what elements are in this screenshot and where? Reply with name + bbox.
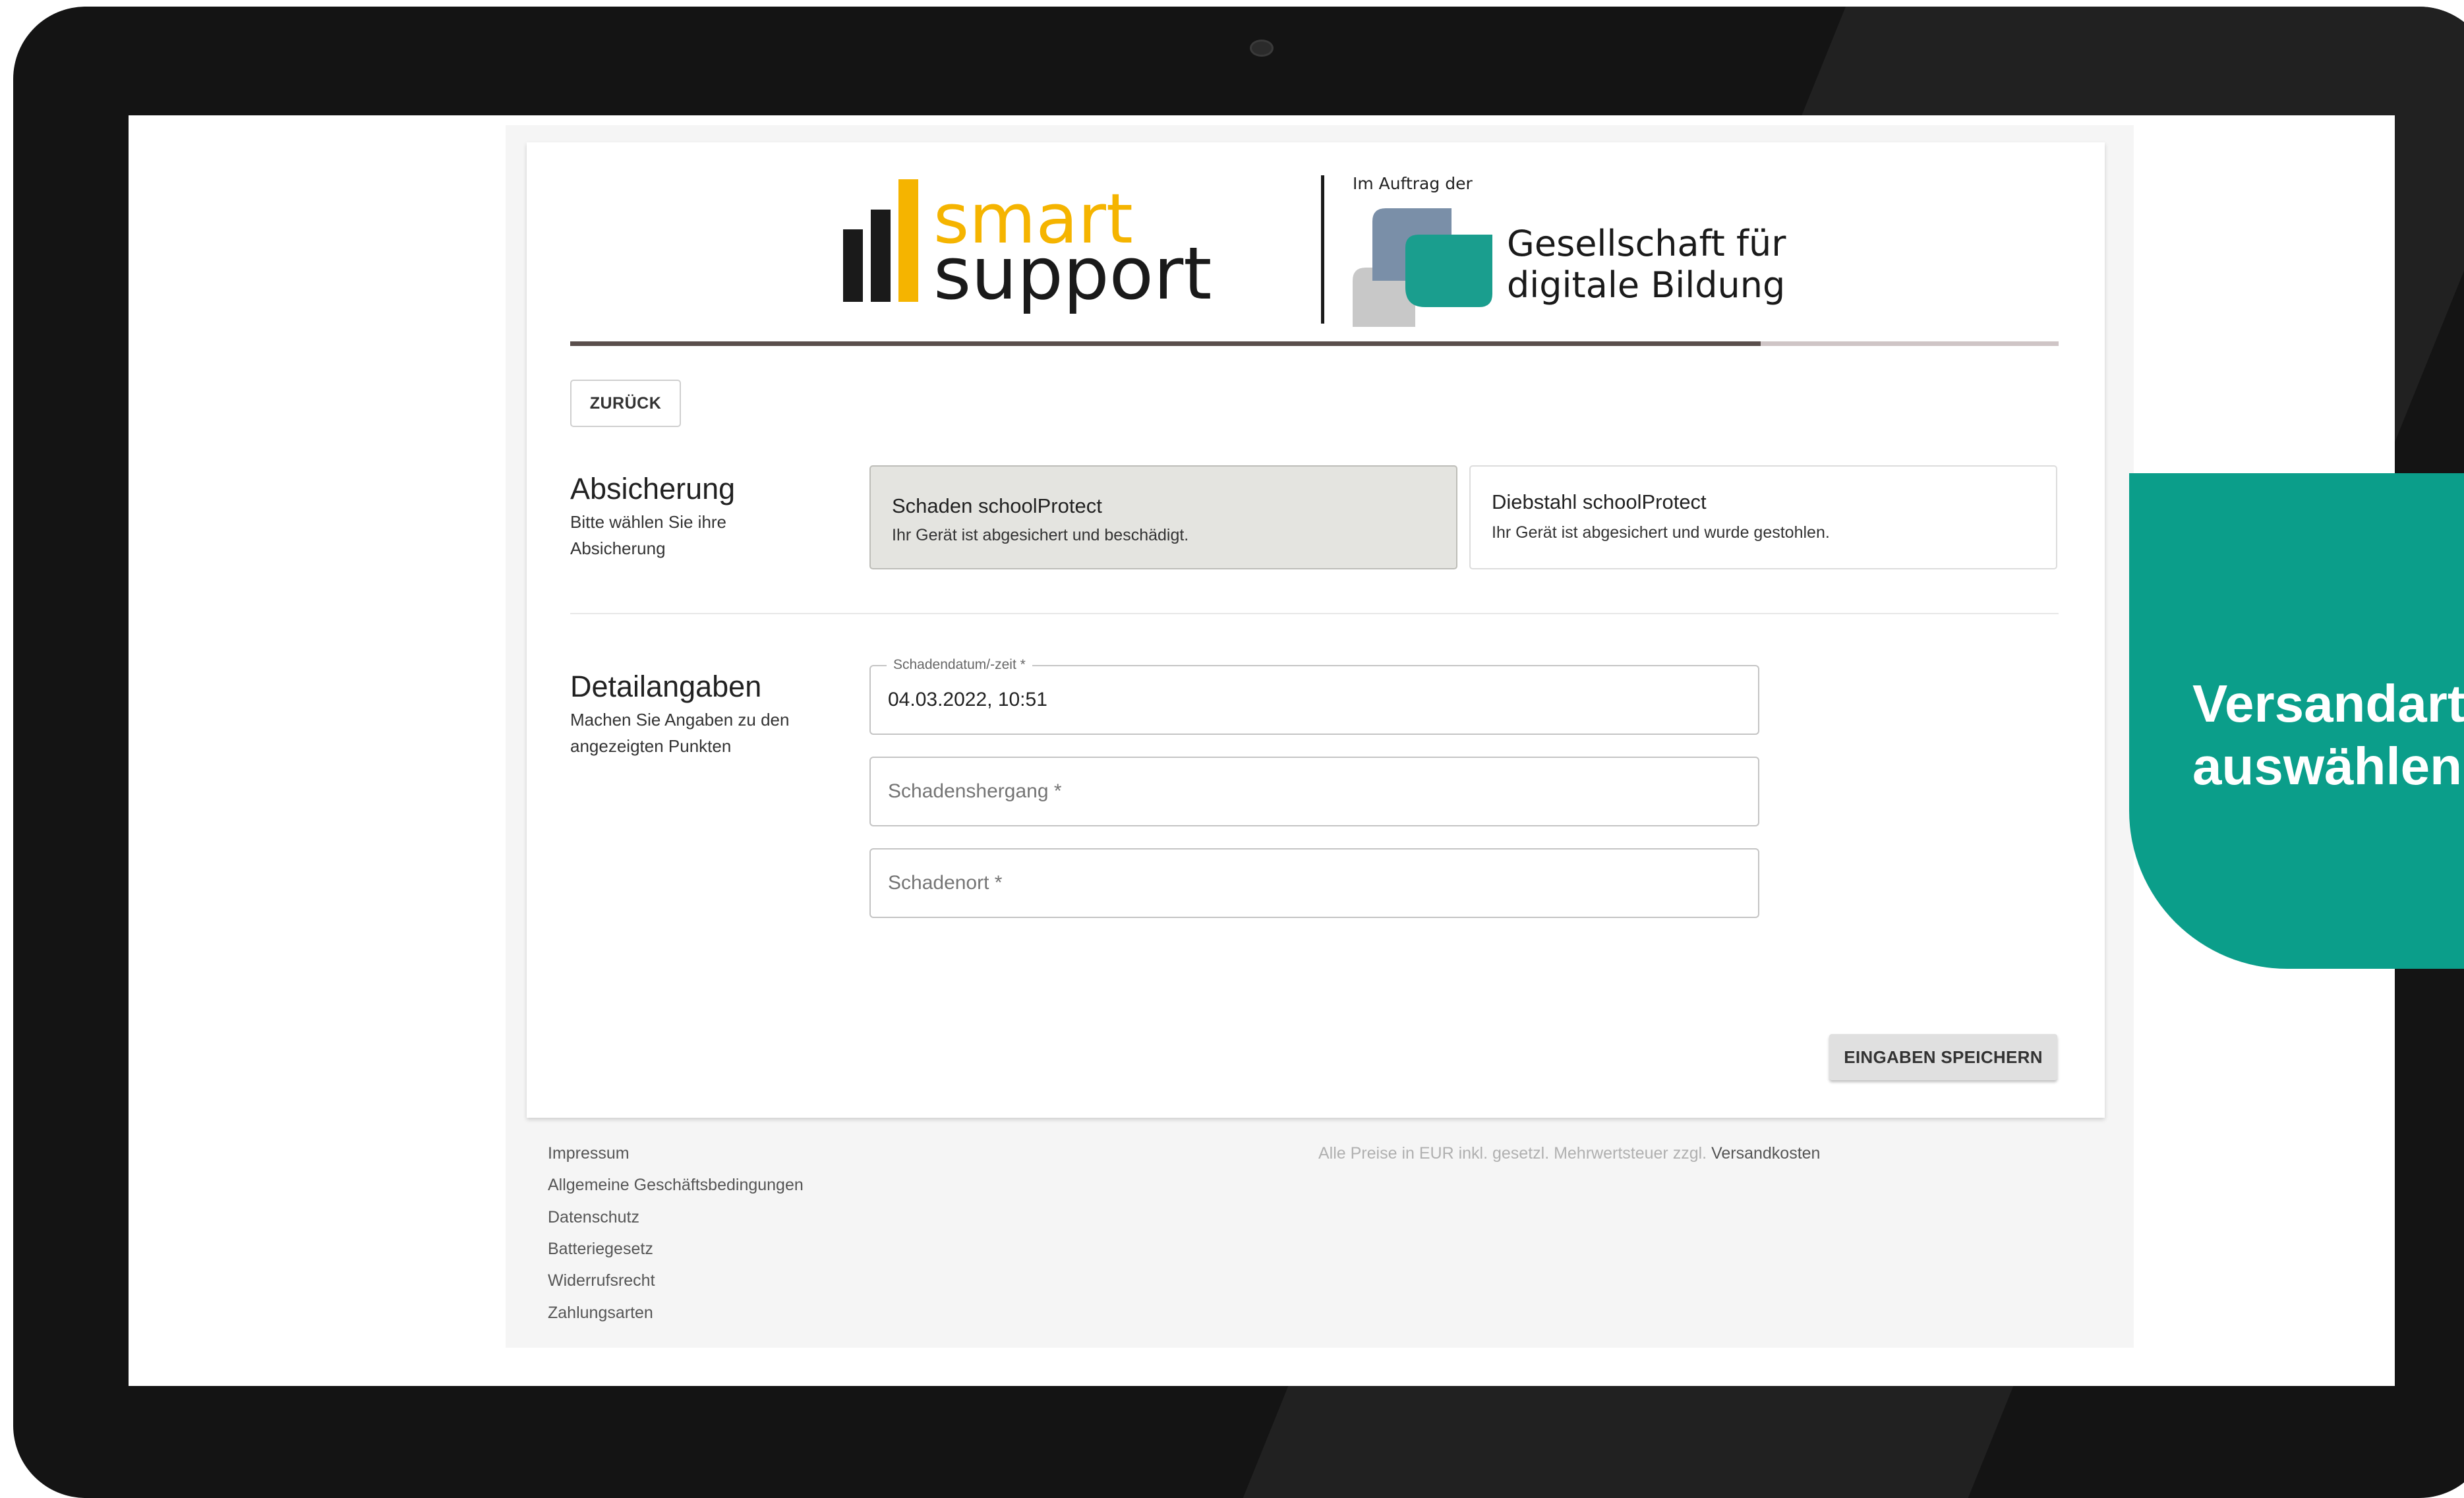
shipping-costs-link[interactable]: Versandkosten (1711, 1144, 1820, 1163)
footer-link-zahlungsarten[interactable]: Zahlungsarten (548, 1304, 653, 1323)
option-schaden[interactable]: Schaden schoolProtect Ihr Gerät ist abge… (869, 465, 1457, 569)
footer-link-agb[interactable]: Allgemeine Geschäftsbedingungen (548, 1176, 804, 1195)
damage-location-field[interactable]: Schadenort * (869, 848, 1759, 918)
save-button[interactable]: EINGABEN SPEICHERN (1829, 1034, 2057, 1080)
footer-link-widerrufsrecht[interactable]: Widerrufsrecht (548, 1271, 655, 1290)
partner-line-1: Gesellschaft für (1507, 223, 1786, 264)
damage-location-placeholder: Schadenort * (888, 872, 1003, 894)
section-divider (570, 613, 2059, 614)
footer-link-batteriegesetz[interactable]: Batteriegesetz (548, 1240, 653, 1259)
footer-link-impressum[interactable]: Impressum (548, 1144, 630, 1163)
footer-link-datenschutz[interactable]: Datenschutz (548, 1208, 639, 1227)
damage-datetime-field[interactable]: Schadendatum/-zeit * 04.03.2022, 10:51 (869, 657, 1759, 735)
bar-chart-logo-icon (843, 179, 918, 302)
back-button[interactable]: ZURÜCK (570, 380, 681, 427)
damage-description-field[interactable]: Schadenshergang * (869, 757, 1759, 826)
partner-line-2: digitale Bildung (1507, 264, 1786, 306)
form-card: smart support Im Auftrag der Gesellschaf… (527, 142, 2105, 1118)
callout-line-1: Versandart (2192, 674, 2464, 733)
callout-line-2: auswählen (2192, 737, 2463, 795)
speech-bubbles-icon (1353, 208, 1492, 327)
option-desc: Ihr Gerät ist abgesichert und wurde gest… (1492, 523, 1830, 542)
price-note-text: Alle Preise in EUR inkl. gesetzl. Mehrwe… (1318, 1144, 1707, 1163)
section-title-details: Detailangaben (570, 670, 762, 703)
camera-icon (1250, 40, 1274, 57)
page: smart support Im Auftrag der Gesellschaf… (506, 125, 2134, 1348)
price-note: Alle Preise in EUR inkl. gesetzl. Mehrwe… (1318, 1144, 1820, 1163)
logo-word-support: support (933, 231, 1212, 316)
partner-prefix: Im Auftrag der (1353, 174, 1473, 193)
damage-datetime-value: 04.03.2022, 10:51 (888, 689, 1047, 710)
callout-text: Versandart auswählen (2192, 672, 2464, 797)
section-title-absicherung: Absicherung (570, 472, 736, 505)
option-desc: Ihr Gerät ist abgesichert und beschädigt… (892, 526, 1189, 544)
logo-divider (1321, 175, 1324, 324)
damage-description-placeholder: Schadenshergang * (888, 780, 1062, 802)
option-title: Diebstahl schoolProtect (1492, 490, 1707, 513)
damage-datetime-label: Schadendatum/-zeit * (887, 657, 1032, 673)
progress-bar-fill (570, 341, 1761, 346)
section-subtitle-details: Machen Sie Angaben zu den angezeigten Pu… (570, 710, 790, 756)
progress-bar (570, 341, 2059, 346)
option-title: Schaden schoolProtect (892, 494, 1102, 517)
screen: smart support Im Auftrag der Gesellschaf… (129, 115, 2395, 1386)
option-diebstahl[interactable]: Diebstahl schoolProtect Ihr Gerät ist ab… (1469, 465, 2057, 569)
section-subtitle-absicherung: Bitte wählen Sie ihre Absicherung (570, 512, 727, 558)
device-frame: smart support Im Auftrag der Gesellschaf… (13, 7, 2464, 1498)
